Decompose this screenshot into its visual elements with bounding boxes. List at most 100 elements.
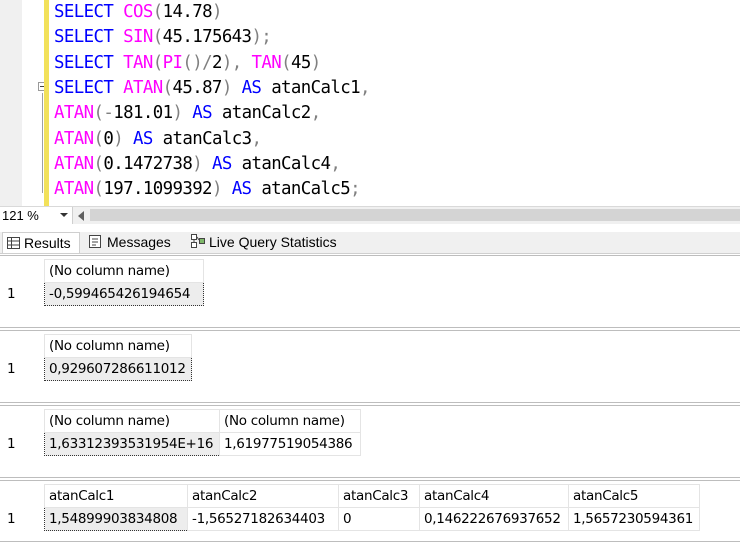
result-grid: atanCalc1 atanCalc2 atanCalc3 atanCalc4 atan… — [3, 484, 700, 531]
code-token: , — [330, 153, 341, 174]
code-line[interactable]: ATAN(0) AS atanCalc3, — [54, 127, 262, 151]
code-token: ATAN — [54, 153, 94, 174]
result-pane-3: (No column name) (No column name) 1 1,63312… — [0, 405, 740, 478]
code-line[interactable]: SELECT TAN(PI()/2), TAN(45) — [54, 51, 321, 75]
code-token: SELECT — [54, 2, 124, 22]
code-token: atanCalc2 — [221, 103, 311, 124]
column-header[interactable]: (No column name) — [219, 409, 361, 433]
column-header[interactable]: atanCalc1 — [44, 484, 188, 508]
code-token: (- — [93, 103, 114, 124]
grid-corner[interactable] — [3, 409, 45, 433]
code-token: , — [360, 77, 370, 98]
grid-cell[interactable]: 1,54899903834808 — [44, 507, 188, 531]
code-token: ( — [152, 52, 163, 73]
code-token: ATAN — [54, 103, 94, 124]
result-grid: (No column name) 1 -0,599465426194654 — [3, 259, 204, 306]
column-header[interactable]: atanCalc3 — [338, 484, 420, 508]
code-token: ( — [281, 52, 291, 73]
code-token: 45.87 — [172, 77, 222, 98]
tab-results[interactable]: Results — [2, 232, 80, 253]
grid-corner[interactable] — [3, 259, 45, 283]
grid-cell[interactable]: 0,146222676937652 — [419, 507, 569, 531]
code-token: AS — [132, 128, 163, 149]
messages-icon — [89, 233, 103, 254]
code-token: ) — [192, 153, 212, 174]
code-token: ) — [221, 77, 242, 98]
result-grid: (No column name) (No column name) 1 1,63312… — [3, 409, 361, 456]
code-token: ) — [113, 128, 133, 149]
code-line[interactable]: ATAN(-181.01) AS atanCalc2, — [54, 101, 321, 125]
grid-cell[interactable]: 0 — [338, 507, 420, 531]
query-editor[interactable]: SELECT COS(14.78) SELECT SIN(45.175643); S… — [0, 0, 740, 206]
table-row[interactable]: 1 -0,599465426194654 — [3, 282, 204, 306]
code-token: ( — [162, 77, 173, 98]
column-header[interactable]: atanCalc5 — [568, 484, 700, 508]
code-token: 197.1099392 — [103, 179, 212, 200]
code-token: AS — [211, 153, 242, 174]
tab-live-query-statistics[interactable]: Live Query Statistics — [189, 232, 354, 253]
code-token: SELECT — [54, 27, 124, 48]
column-header[interactable]: (No column name) — [44, 334, 192, 358]
code-token: 14.78 — [162, 2, 213, 22]
code-token: ( — [93, 153, 104, 174]
header-row: (No column name) (No column name) — [3, 409, 361, 433]
code-token: ) — [172, 103, 193, 124]
code-token: ) — [211, 179, 232, 200]
code-token: AS — [241, 77, 272, 98]
code-token: ); — [251, 27, 272, 48]
code-token: atanCalc5 — [261, 179, 351, 200]
code-token: ; — [350, 179, 361, 200]
table-row[interactable]: 1 0,929607286611012 — [3, 357, 192, 381]
code-token: 0 — [103, 128, 114, 149]
row-number[interactable]: 1 — [3, 357, 45, 381]
zoom-level: 121 % — [2, 208, 39, 223]
code-token: ), — [221, 52, 252, 73]
chevron-down-icon[interactable] — [60, 213, 68, 217]
code-token: ( — [152, 2, 163, 22]
code-token: ()/ — [182, 52, 212, 73]
code-token: , — [251, 128, 262, 149]
scroll-left-icon[interactable] — [78, 211, 84, 221]
column-header[interactable]: atanCalc4 — [419, 484, 569, 508]
code-token: ( — [93, 179, 104, 200]
code-token: 2 — [211, 52, 222, 73]
grid-cell[interactable]: 1,63312393531954E+16 — [44, 432, 220, 456]
column-header[interactable]: atanCalc2 — [187, 484, 339, 508]
table-row[interactable]: 1 1,54899903834808 -1,56527182634403 0 0,146… — [3, 507, 700, 531]
grid-icon — [7, 234, 20, 255]
code-line[interactable]: SELECT SIN(45.175643); — [54, 25, 272, 49]
code-line[interactable]: SELECT COS(14.78) — [54, 0, 222, 24]
row-number[interactable]: 1 — [3, 282, 45, 306]
grid-cell[interactable]: -0,599465426194654 — [44, 282, 204, 306]
column-header[interactable]: (No column name) — [44, 259, 204, 283]
change-tracking-bar — [44, 0, 49, 206]
code-line[interactable]: ATAN(0.1472738) AS atanCalc4, — [54, 152, 341, 176]
row-number[interactable]: 1 — [3, 507, 45, 531]
code-token: atanCalc3 — [162, 128, 252, 149]
header-row: (No column name) — [3, 259, 204, 283]
code-token: SIN — [123, 27, 153, 48]
grid-cell[interactable]: 1,5657230594361 — [568, 507, 700, 531]
zoom-dropdown[interactable]: 121 % — [0, 207, 73, 224]
grid-corner[interactable] — [3, 334, 45, 358]
grid-corner[interactable] — [3, 484, 45, 508]
code-line[interactable]: ATAN(197.1099392) AS atanCalc5; — [54, 177, 361, 201]
code-token: AS — [192, 103, 222, 124]
horizontal-scrollbar[interactable] — [90, 209, 740, 221]
table-row[interactable]: 1 1,63312393531954E+16 1,61977519054386 — [3, 432, 361, 456]
row-number[interactable]: 1 — [3, 432, 45, 456]
code-token: TAN — [251, 52, 282, 73]
tab-live-label: Live Query Statistics — [209, 234, 337, 250]
code-token: 0.1472738 — [103, 153, 193, 174]
column-header[interactable]: (No column name) — [44, 409, 220, 433]
result-pane-4: atanCalc1 atanCalc2 atanCalc3 atanCalc4 atan… — [0, 480, 740, 542]
grid-cell[interactable]: 1,61977519054386 — [219, 432, 361, 456]
code-token: , — [310, 103, 321, 124]
live-query-icon — [191, 233, 205, 254]
code-token: AS — [231, 179, 262, 200]
grid-cell[interactable]: 0,929607286611012 — [44, 357, 192, 381]
code-token: ( — [93, 128, 104, 149]
grid-cell[interactable]: -1,56527182634403 — [187, 507, 339, 531]
tab-messages[interactable]: Messages — [87, 232, 181, 253]
code-line[interactable]: SELECT ATAN(45.87) AS atanCalc1, — [54, 76, 370, 100]
